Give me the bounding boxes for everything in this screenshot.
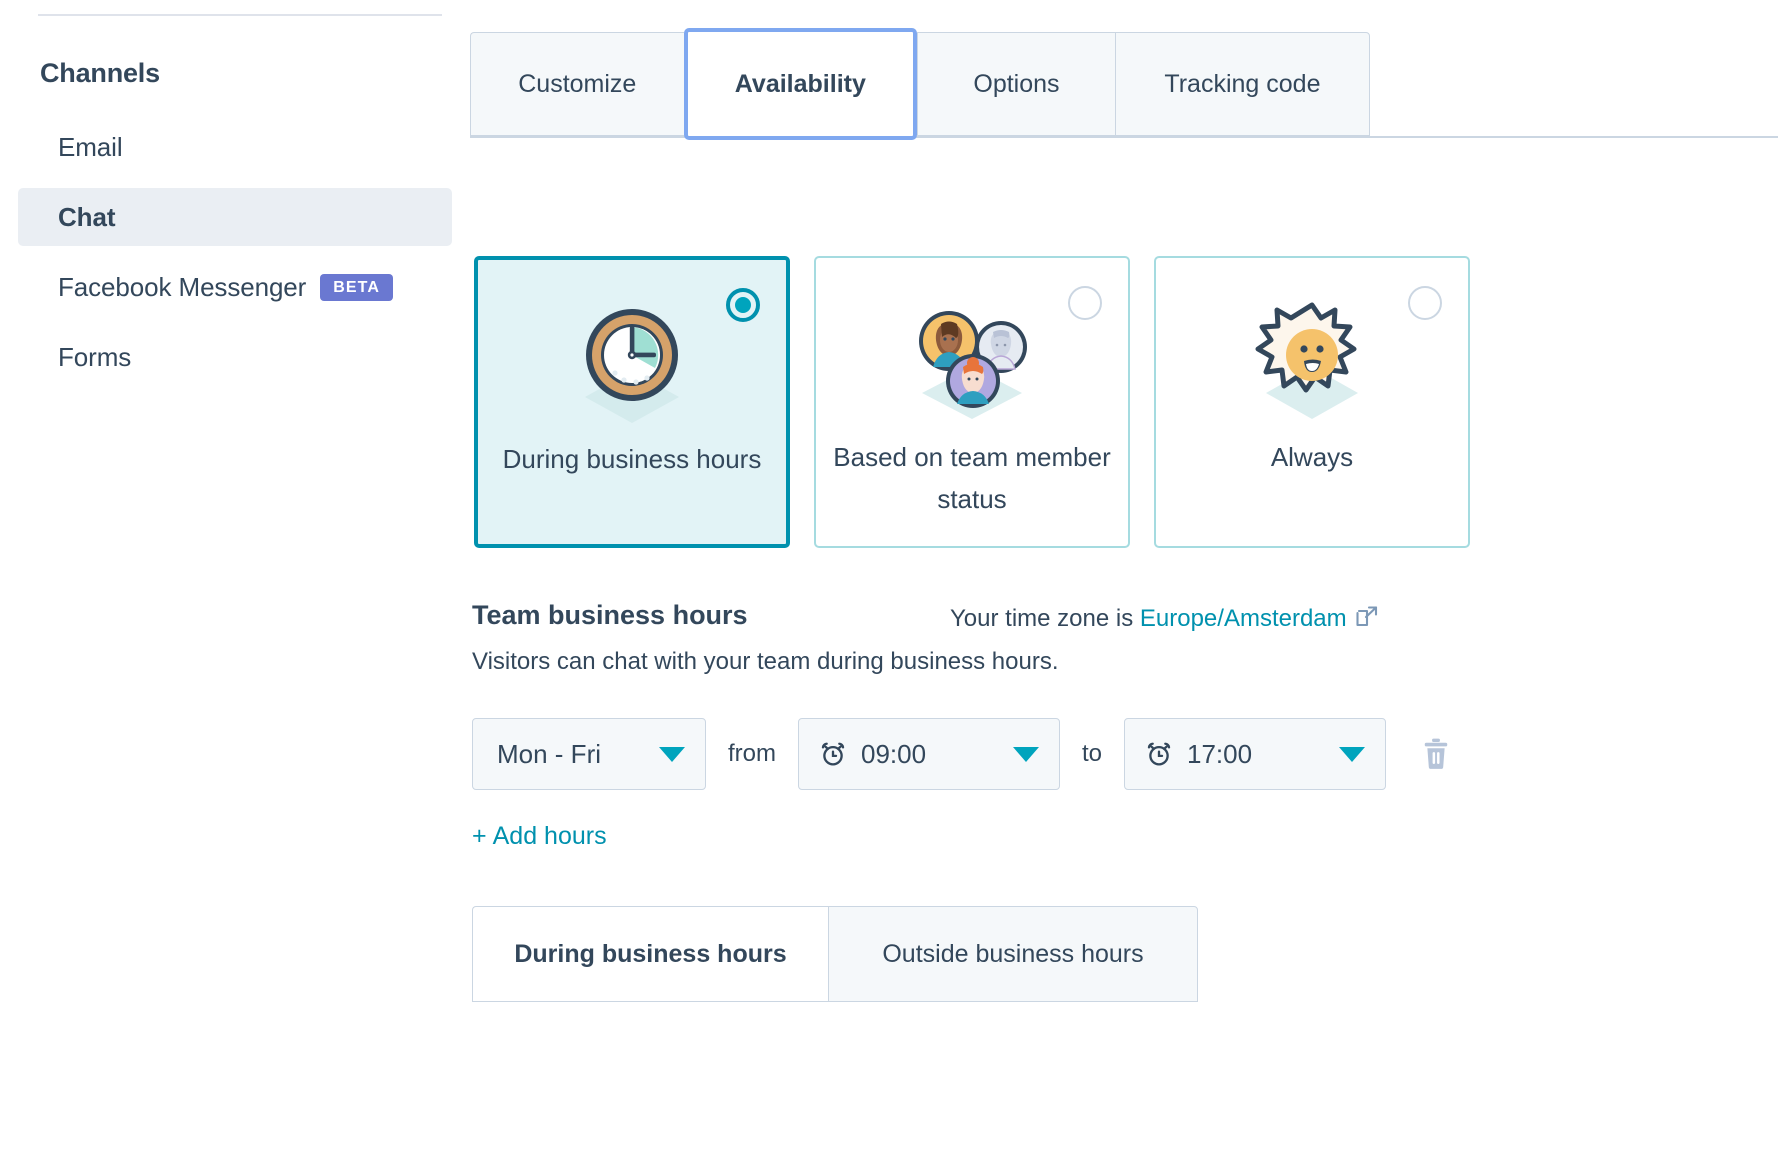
- tab-label: Outside business hours: [882, 939, 1144, 968]
- sidebar-item-forms[interactable]: Forms: [18, 328, 452, 386]
- add-hours-link[interactable]: + Add hours: [472, 822, 607, 851]
- clock-illustration: [478, 290, 786, 430]
- timezone-prefix: Your time zone is: [950, 605, 1134, 632]
- timezone-link[interactable]: Europe/Amsterdam: [1140, 605, 1347, 632]
- tab-label: During business hours: [514, 939, 787, 968]
- beta-badge: BETA: [320, 273, 394, 301]
- add-hours-label: Add hours: [492, 822, 607, 850]
- alarm-clock-icon: [819, 740, 847, 768]
- availability-card-label: Based on team member status: [833, 442, 1111, 514]
- main-content: Customize Availability Options Tracking …: [470, 0, 1778, 1150]
- from-time-value: 09:00: [861, 738, 927, 769]
- tab-outside-business-hours[interactable]: Outside business hours: [828, 906, 1198, 1002]
- days-range-value: Mon - Fri: [497, 738, 601, 769]
- availability-card-always[interactable]: Always: [1154, 256, 1470, 548]
- tab-label: Tracking code: [1164, 69, 1321, 98]
- tab-label: Options: [973, 69, 1060, 98]
- team-avatars-illustration: [816, 288, 1128, 428]
- sidebar: Channels Email Chat Facebook Messenger B…: [0, 0, 470, 1150]
- from-label: from: [728, 740, 776, 767]
- from-time-select[interactable]: 09:00: [798, 718, 1060, 790]
- plus-icon: +: [472, 822, 487, 850]
- to-label: to: [1082, 740, 1103, 767]
- sun-illustration: [1156, 288, 1468, 428]
- section-description: Visitors can chat with your team during …: [472, 648, 1059, 675]
- tab-tracking-code[interactable]: Tracking code: [1114, 32, 1371, 136]
- timezone-info: Your time zone is Europe/Amsterdam: [950, 605, 1379, 636]
- chevron-down-icon: [659, 746, 685, 762]
- delete-hours-button[interactable]: [1420, 737, 1452, 771]
- tab-bar: Customize Availability Options Tracking …: [470, 28, 1778, 140]
- availability-option-cards: During business hours Based on team memb…: [474, 256, 1470, 548]
- sidebar-nav: Email Chat Facebook Messenger BETA Forms: [0, 118, 470, 398]
- availability-card-label: During business hours: [502, 444, 762, 474]
- business-hours-row: Mon - Fri from 09:00 to 17:00: [472, 718, 1452, 790]
- days-range-select[interactable]: Mon - Fri: [472, 718, 706, 790]
- chevron-down-icon: [1339, 746, 1366, 762]
- sidebar-heading: Channels: [40, 58, 160, 88]
- section-title: Team business hours: [472, 600, 748, 630]
- alarm-clock-icon: [1145, 740, 1173, 768]
- tab-during-business-hours[interactable]: During business hours: [472, 906, 828, 1002]
- sidebar-item-label: Email: [58, 131, 123, 162]
- sidebar-item-label: Forms: [58, 341, 132, 372]
- sidebar-item-label: Chat: [58, 201, 116, 232]
- to-time-value-wrap: 17:00: [1145, 739, 1252, 770]
- chevron-down-icon: [1013, 746, 1039, 762]
- from-time-value-wrap: 09:00: [819, 739, 926, 770]
- sidebar-item-label: Facebook Messenger: [58, 271, 307, 302]
- tab-options[interactable]: Options: [917, 32, 1115, 136]
- tab-customize[interactable]: Customize: [470, 32, 684, 136]
- business-hours-tab-bar: During business hours Outside business h…: [472, 906, 1198, 1002]
- sidebar-item-facebook-messenger[interactable]: Facebook Messenger BETA: [18, 258, 452, 316]
- tab-label: Customize: [518, 69, 637, 98]
- tab-availability[interactable]: Availability: [683, 28, 918, 140]
- tab-label: Availability: [734, 69, 866, 98]
- sidebar-divider: [38, 14, 442, 16]
- external-link-icon[interactable]: [1355, 605, 1379, 636]
- settings-page: Channels Email Chat Facebook Messenger B…: [0, 0, 1778, 1150]
- sidebar-item-email[interactable]: Email: [18, 118, 452, 176]
- to-time-select[interactable]: 17:00: [1124, 718, 1387, 790]
- to-time-value: 17:00: [1187, 738, 1253, 769]
- availability-card-during-business-hours[interactable]: During business hours: [474, 256, 790, 548]
- availability-card-label: Always: [1270, 442, 1354, 472]
- availability-card-team-member-status[interactable]: Based on team member status: [814, 256, 1130, 548]
- sidebar-item-chat[interactable]: Chat: [18, 188, 452, 246]
